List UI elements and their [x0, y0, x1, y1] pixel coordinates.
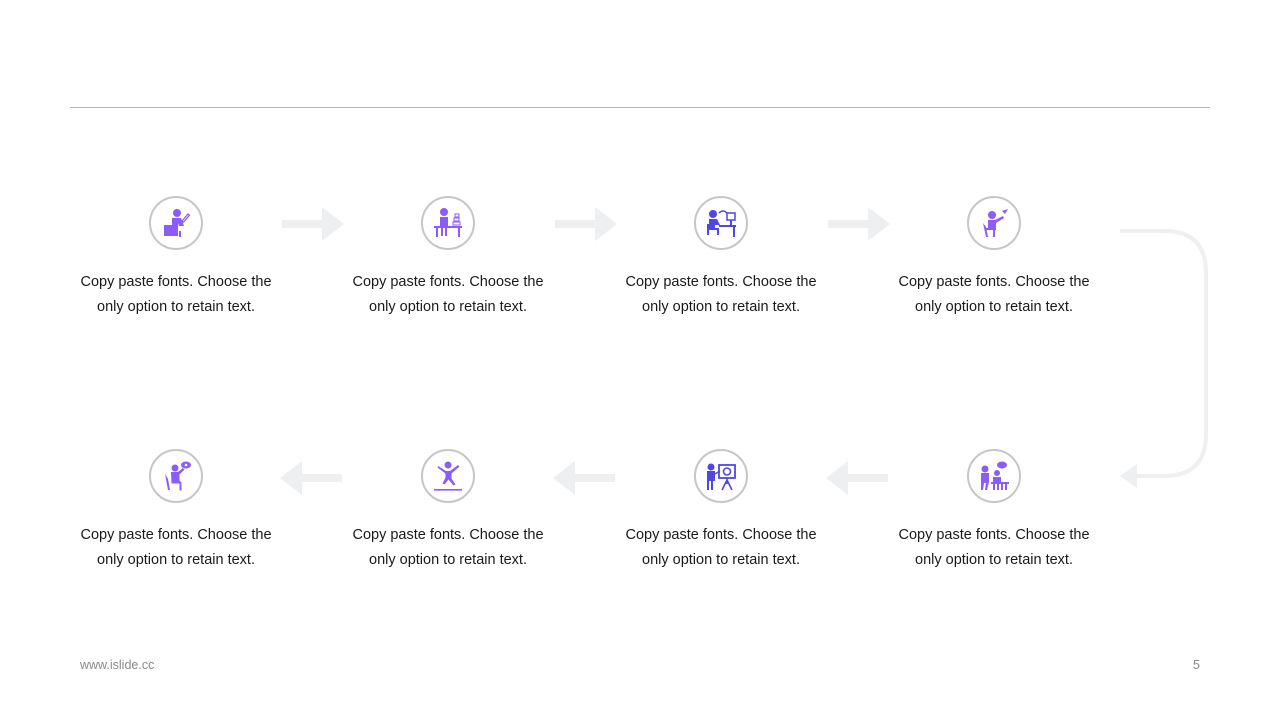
step-5-line-1: Copy paste fonts. Choose the [898, 527, 1090, 543]
step-6: Copy paste fonts. Choose the only option… [611, 449, 831, 573]
step-8-line-2: only option to retain text. [97, 552, 255, 568]
person-desk-writing-icon [149, 196, 203, 250]
person-sitting-speech-icon [149, 449, 203, 503]
top-divider [70, 107, 1210, 108]
step-2: Copy paste fonts. Choose the only option… [338, 196, 558, 320]
step-7: Copy paste fonts. Choose the only option… [338, 449, 558, 573]
step-1-line-2: only option to retain text. [97, 299, 255, 315]
presenter-board-icon [694, 449, 748, 503]
step-4: Copy paste fonts. Choose the only option… [884, 196, 1104, 320]
page-number: 5 [1193, 658, 1200, 672]
arrow-left-icon [553, 461, 615, 495]
step-4-line-2: only option to retain text. [915, 299, 1073, 315]
step-4-line-1: Copy paste fonts. Choose the [898, 274, 1090, 290]
step-5: Copy paste fonts. Choose the only option… [884, 449, 1104, 573]
arrow-right-icon [555, 207, 617, 241]
people-discussion-icon [967, 449, 1021, 503]
step-7-line-2: only option to retain text. [369, 552, 527, 568]
step-1: Copy paste fonts. Choose the only option… [66, 196, 286, 320]
person-desk-pointing-icon [967, 196, 1021, 250]
step-7-line-1: Copy paste fonts. Choose the [352, 527, 544, 543]
step-6-line-2: only option to retain text. [642, 552, 800, 568]
person-desk-books-icon [421, 196, 475, 250]
step-5-line-2: only option to retain text. [915, 552, 1073, 568]
step-3: Copy paste fonts. Choose the only option… [611, 196, 831, 320]
person-computer-desk-icon [694, 196, 748, 250]
step-8: Copy paste fonts. Choose the only option… [66, 449, 286, 573]
step-3-line-1: Copy paste fonts. Choose the [625, 274, 817, 290]
step-2-line-2: only option to retain text. [369, 299, 527, 315]
arrow-right-icon [828, 207, 890, 241]
arrow-left-icon [280, 461, 342, 495]
curved-connector-arrow-icon [1120, 229, 1208, 488]
step-8-line-1: Copy paste fonts. Choose the [80, 527, 272, 543]
arrow-left-icon [826, 461, 888, 495]
step-1-line-1: Copy paste fonts. Choose the [80, 274, 272, 290]
step-3-line-2: only option to retain text. [642, 299, 800, 315]
person-jumping-icon [421, 449, 475, 503]
footer-url: www.islide.cc [80, 658, 155, 672]
step-2-line-1: Copy paste fonts. Choose the [352, 274, 544, 290]
step-6-line-1: Copy paste fonts. Choose the [625, 527, 817, 543]
arrow-right-icon [282, 207, 344, 241]
